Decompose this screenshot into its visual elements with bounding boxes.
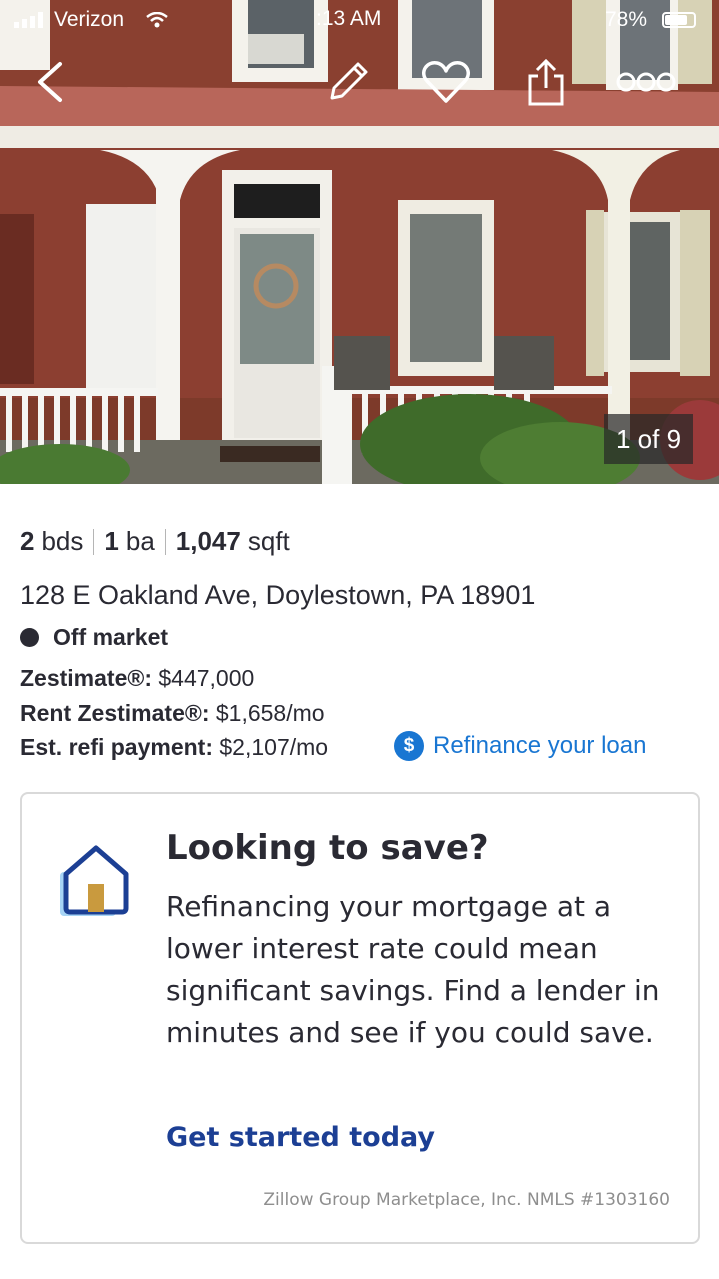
refi-payment-label: Est. refi payment: — [20, 734, 213, 760]
back-icon — [38, 62, 62, 102]
listing-address: 128 E Oakland Ave, Doylestown, PA 18901 — [20, 580, 536, 610]
zestimate-label: Zestimate®: — [20, 665, 152, 691]
divider — [93, 528, 95, 555]
home-facts: 2 bds 1 ba 1,047 sqft — [20, 526, 290, 557]
clock-label: :13 AM — [316, 7, 382, 30]
photo-counter: 1 of 9 — [604, 414, 694, 464]
more-icon — [616, 72, 676, 92]
pencil-icon — [330, 62, 368, 100]
refi-payment-row: Est. refi payment: $2,107/mo — [20, 734, 328, 761]
beds-unit: bds — [41, 526, 84, 556]
signal-icon — [14, 12, 43, 28]
refinance-promo-card: Looking to save? Refinancing your mortga… — [20, 792, 700, 1244]
status-bar: Verizon :13 AM 78% — [0, 0, 719, 40]
baths-unit: ba — [125, 526, 155, 556]
refinance-loan-link[interactable]: $ Refinance your loan — [394, 731, 646, 761]
edit-button[interactable] — [322, 56, 374, 108]
sqft-value: 1,047 — [175, 526, 241, 556]
battery-percent: 78% — [605, 8, 648, 31]
get-started-link[interactable]: Get started today — [166, 1122, 435, 1153]
sqft-unit: sqft — [247, 526, 290, 556]
rent-zestimate-value: $1,658/mo — [215, 700, 325, 726]
status-dot-icon — [20, 628, 39, 647]
more-options-button[interactable] — [614, 56, 678, 108]
rent-zestimate-row: Rent Zestimate®: $1,658/mo — [20, 700, 325, 727]
wifi-icon — [146, 12, 168, 28]
house-icon — [60, 845, 129, 916]
carrier-label: Verizon — [54, 8, 125, 31]
baths-value: 1 — [104, 526, 119, 556]
status-label: Off market — [53, 624, 169, 650]
promo-body: Refinancing your mortgage at a lower int… — [166, 890, 660, 1049]
save-favorite-button[interactable] — [420, 56, 472, 108]
listing-status: Off market — [20, 624, 168, 651]
nmls-disclaimer: Zillow Group Marketplace, Inc. NMLS #130… — [263, 1190, 670, 1210]
share-icon — [528, 58, 564, 106]
zestimate-value: $447,000 — [158, 665, 255, 691]
back-button[interactable] — [24, 56, 76, 108]
refi-payment-value: $2,107/mo — [219, 734, 329, 760]
share-button[interactable] — [520, 56, 572, 108]
rent-zestimate-label: Rent Zestimate®: — [20, 700, 210, 726]
promo-title: Looking to save? — [166, 828, 489, 868]
divider — [164, 528, 166, 555]
beds-value: 2 — [20, 526, 35, 556]
heart-icon — [422, 61, 470, 103]
listing-photo[interactable]: Verizon :13 AM 78% 1 of 9 — [0, 0, 719, 484]
zestimate-row: Zestimate®: $447,000 — [20, 665, 254, 692]
dollar-icon: $ — [394, 731, 424, 761]
battery-icon — [662, 12, 696, 28]
refinance-link-label: Refinance your loan — [433, 732, 647, 759]
